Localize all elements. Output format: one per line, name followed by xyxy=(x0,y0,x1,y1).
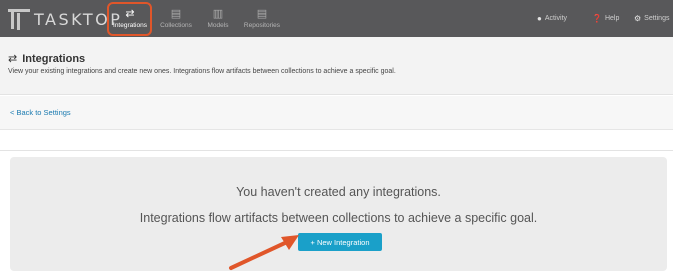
top-nav-bar: TASKTOP ⇄ Integrations ▤ Collections ▥ M… xyxy=(0,0,673,37)
arrows-exchange-icon: ⇄ xyxy=(8,53,18,65)
new-integration-button[interactable]: + New Integration xyxy=(298,233,382,251)
arrow-annotation xyxy=(229,235,299,270)
back-to-settings-link[interactable]: < Back to Settings xyxy=(10,108,71,117)
empty-state-panel: You haven't created any integrations. In… xyxy=(10,157,667,271)
help-icon: ❓ xyxy=(592,14,602,23)
page-title: ⇄ Integrations xyxy=(8,52,86,66)
models-icon: ▥ xyxy=(212,8,224,20)
nav-models-label: Models xyxy=(207,22,229,29)
nav-collections-label: Collections xyxy=(160,22,192,29)
nav-highlight-annotation xyxy=(107,2,152,36)
empty-state-heading: You haven't created any integrations. xyxy=(236,185,441,199)
help-label: Help xyxy=(604,15,620,22)
activity-link[interactable]: ● Activity xyxy=(537,0,567,37)
nav-models[interactable]: ▥ Models xyxy=(195,0,241,37)
bell-icon: ● xyxy=(537,14,542,23)
tasktop-logo[interactable]: TASKTOP xyxy=(8,6,122,32)
collections-icon: ▤ xyxy=(170,8,182,20)
empty-state-description: Integrations flow artifacts between coll… xyxy=(139,211,538,225)
settings-link[interactable]: ⚙ Settings xyxy=(634,0,669,37)
settings-label: Settings xyxy=(644,15,670,22)
nav-repositories[interactable]: ▤ Repositories xyxy=(239,0,285,37)
gear-icon: ⚙ xyxy=(634,14,642,23)
activity-label: Activity xyxy=(544,15,568,22)
nav-collections[interactable]: ▤ Collections xyxy=(153,0,199,37)
page-title-text: Integrations xyxy=(22,52,86,65)
page-header: ⇄ Integrations View your existing integr… xyxy=(0,37,673,95)
nav-repositories-label: Repositories xyxy=(243,22,281,29)
divider xyxy=(0,150,673,151)
help-link[interactable]: ❓ Help xyxy=(592,0,619,37)
logo-mark-icon xyxy=(8,7,30,31)
page-description: View your existing integrations and crea… xyxy=(8,68,396,75)
repositories-icon: ▤ xyxy=(256,8,268,20)
back-bar: < Back to Settings xyxy=(0,96,673,130)
